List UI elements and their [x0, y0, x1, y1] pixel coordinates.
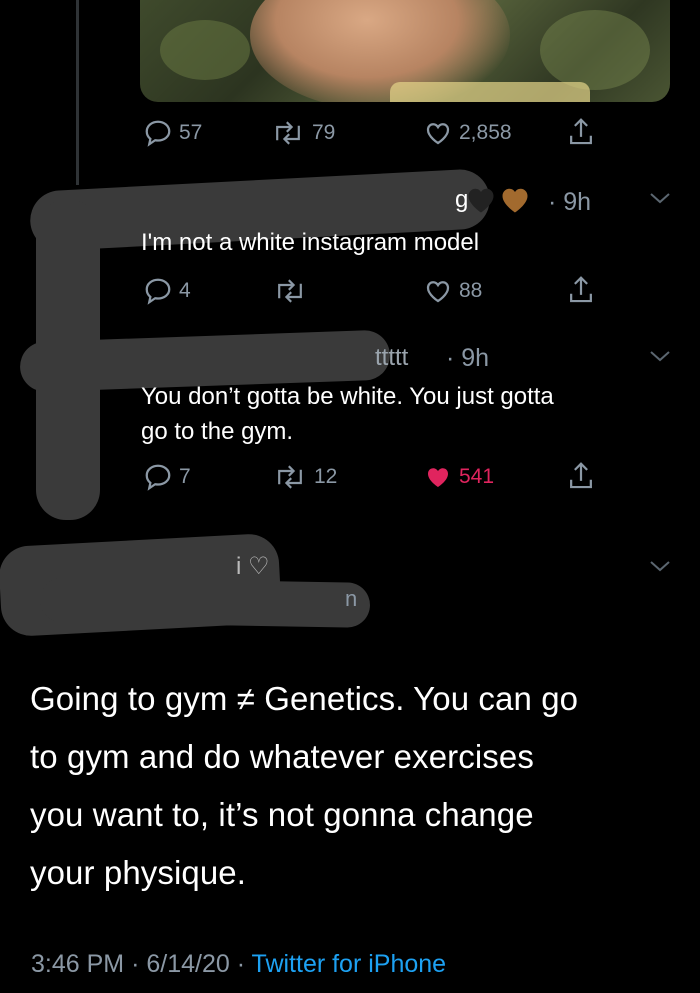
retweet-action[interactable]: 79 — [270, 118, 335, 148]
retweet-icon — [278, 279, 302, 303]
reply-text: I'm not a white instagram model — [141, 229, 480, 256]
separator: · — [236, 950, 246, 978]
redaction-scribble — [39, 577, 371, 628]
reply-time: · 9h — [548, 188, 592, 216]
retweet-icon — [276, 121, 300, 145]
share-icon — [570, 276, 592, 303]
reply-text-line1: You don’t gotta be white. You just gotta — [141, 383, 554, 410]
handle-fragment: n — [345, 586, 358, 611]
name-fragment: ttttt — [375, 344, 409, 371]
heart-icon — [426, 281, 450, 303]
main-tweet-line3: you want to, it’s not gonna change — [30, 796, 534, 833]
thread-line — [76, 0, 79, 185]
reply-count: 4 — [179, 279, 191, 302]
reply-action[interactable]: 4 — [143, 276, 191, 306]
retweet-count: 79 — [312, 121, 336, 144]
main-tweet-line2: to gym and do whatever exercises — [30, 738, 534, 775]
like-action[interactable]: 2,858 — [423, 118, 512, 148]
reply-icon — [145, 464, 171, 491]
tweet-time: 3:46 PM — [31, 950, 125, 978]
heart-icon — [426, 123, 450, 145]
tweet-source-link[interactable]: Twitter for iPhone — [252, 950, 447, 978]
name-fragment: i ♡ — [236, 553, 270, 580]
share-icon — [570, 462, 592, 489]
reply-action[interactable]: 7 — [143, 462, 191, 492]
black-heart-icon — [468, 188, 494, 213]
tweet-timestamp: 3:46 PM · 6/14/20 · Twitter for iPhone — [31, 950, 446, 979]
share-action[interactable] — [566, 274, 596, 306]
main-tweet-line4: your physique. — [30, 854, 247, 891]
main-tweet-line1: Going to gym ≠ Genetics. You can go — [30, 680, 579, 717]
share-action[interactable] — [566, 460, 596, 492]
retweet-action[interactable]: 12 — [272, 462, 337, 492]
reply-action[interactable]: 57 — [143, 118, 202, 148]
like-action[interactable]: 88 — [423, 276, 482, 306]
reply-count: 7 — [179, 465, 191, 488]
tweet-date: 6/14/20 — [146, 950, 230, 978]
tweet-photo[interactable] — [140, 0, 670, 102]
heart-filled-icon — [428, 468, 448, 487]
share-icon — [570, 118, 592, 145]
like-count: 88 — [459, 279, 483, 302]
reply-text-line2: go to the gym. — [141, 418, 294, 445]
retweet-count: 12 — [314, 465, 338, 488]
reply-icon — [145, 120, 171, 147]
retweet-action[interactable] — [272, 276, 308, 306]
reply-count: 57 — [179, 121, 203, 144]
brown-heart-icon — [502, 188, 528, 213]
chevron-down-icon[interactable] — [648, 558, 672, 579]
chevron-down-icon[interactable] — [648, 190, 672, 211]
heart-emojis — [466, 186, 530, 214]
like-count: 541 — [459, 465, 495, 488]
reply-time: · 9h — [446, 344, 490, 372]
separator: · — [131, 950, 140, 978]
chevron-down-icon[interactable] — [648, 348, 672, 369]
retweet-icon — [278, 465, 302, 489]
share-action[interactable] — [566, 116, 596, 148]
reply-icon — [145, 278, 171, 305]
like-action[interactable]: 541 — [423, 462, 494, 492]
like-count: 2,858 — [459, 121, 512, 144]
